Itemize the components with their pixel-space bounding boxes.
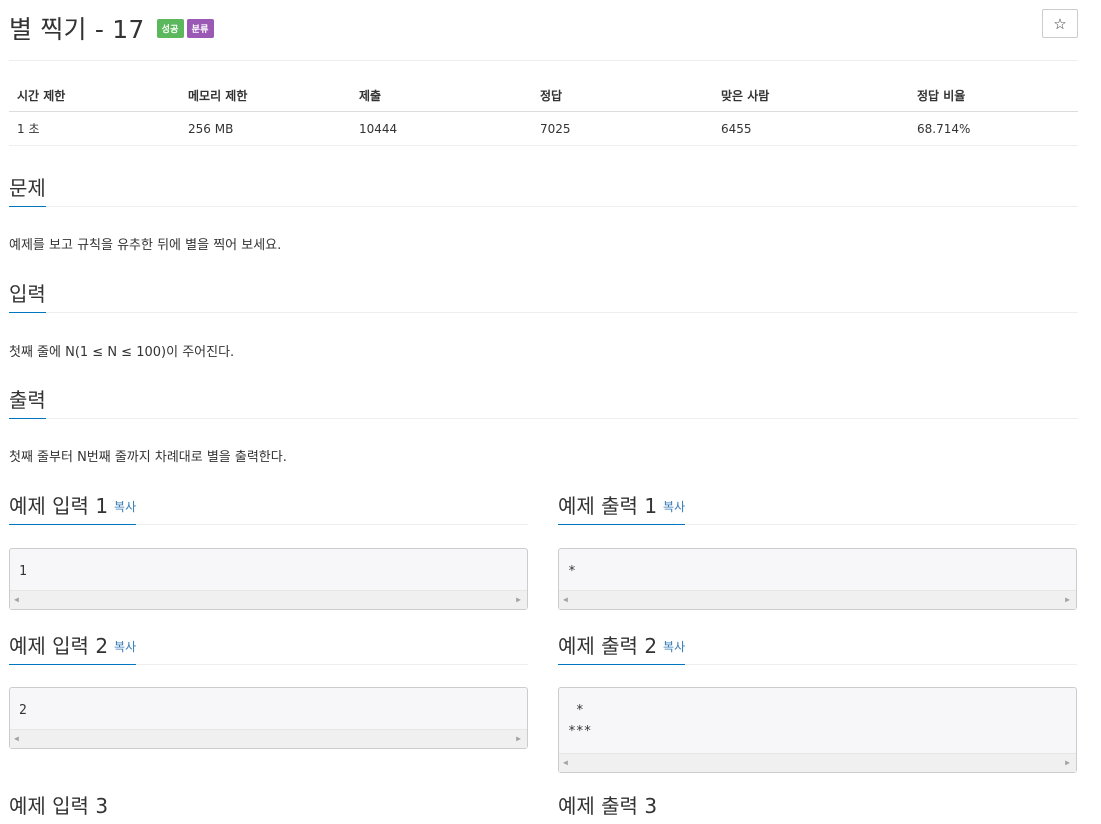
problem-section-header: 문제 — [9, 172, 1078, 207]
sample-input-1-title: 예제 입력 1 복사 — [9, 490, 137, 525]
accepted-value: 7025 — [532, 111, 713, 146]
input-section-title: 입력 — [9, 278, 46, 313]
sample-output-2-title: 예제 출력 2 복사 — [558, 630, 686, 665]
sample-output-1-content: * — [568, 564, 576, 579]
sample-input-1-content: 1 — [19, 564, 27, 579]
sample-input-1-box[interactable]: 1 ◀ ▶ — [9, 548, 528, 610]
sample-input-2-content: 2 — [19, 703, 27, 718]
scroll-left-icon[interactable]: ◀ — [563, 595, 568, 604]
sample-output-2: 예제 출력 2 복사 * *** ◀ ▶ — [558, 630, 1077, 773]
sample-input-2-box[interactable]: 2 ◀ ▶ — [9, 687, 528, 749]
problem-description: 예제를 보고 규칙을 유추한 뒤에 별을 찍어 보세요. — [9, 238, 282, 253]
time-limit-value: 1 초 — [9, 111, 180, 146]
header-time-limit: 시간 제한 — [9, 80, 180, 112]
scroll-left-icon[interactable]: ◀ — [14, 734, 19, 743]
submissions-value: 10444 — [351, 111, 532, 146]
header-solvers: 맞은 사람 — [713, 80, 909, 112]
sample-output-2-content: * *** — [568, 703, 592, 739]
scroll-left-icon[interactable]: ◀ — [14, 595, 19, 604]
sample-output-2-label: 예제 출력 2 — [558, 634, 658, 658]
output-section-title: 출력 — [9, 384, 46, 419]
problem-page: 별 찍기 - 17 성공 분류 ☆ 시간 제한 메모리 제한 제출 정답 맞은 사… — [9, 0, 1078, 818]
category-badge[interactable]: 분류 — [186, 18, 214, 38]
sample-output-1-header: 예제 출력 1 복사 — [558, 490, 1077, 525]
sample-output-2-header: 예제 출력 2 복사 — [558, 630, 1077, 665]
output-section: 출력 첫째 줄부터 N번째 줄까지 차례대로 별을 출력한다. — [9, 384, 1078, 465]
copy-sample-output-2-link[interactable]: 복사 — [663, 640, 685, 654]
scroll-right-icon[interactable]: ▶ — [1065, 758, 1070, 767]
problem-title: 별 찍기 - 17 — [9, 15, 145, 44]
problem-section: 문제 예제를 보고 규칙을 유추한 뒤에 별을 찍어 보세요. — [9, 172, 1078, 253]
star-button[interactable]: ☆ — [1042, 9, 1078, 38]
output-section-header: 출력 — [9, 384, 1078, 419]
copy-sample-input-2-link[interactable]: 복사 — [114, 640, 136, 654]
sample-output-3-title: 예제 출력 3 — [558, 794, 658, 818]
horizontal-scrollbar[interactable]: ◀ ▶ — [10, 729, 527, 748]
sample-output-2-box[interactable]: * *** ◀ ▶ — [558, 687, 1077, 773]
sample-input-1-label: 예제 입력 1 — [9, 494, 109, 518]
header-accepted: 정답 — [532, 80, 713, 112]
star-icon: ☆ — [1053, 14, 1067, 33]
title-row: 별 찍기 - 17 성공 분류 ☆ — [9, 0, 1078, 61]
horizontal-scrollbar[interactable]: ◀ ▶ — [10, 590, 527, 609]
output-description: 첫째 줄부터 N번째 줄까지 차례대로 별을 출력한다. — [9, 450, 287, 465]
ratio-value: 68.714% — [909, 111, 1078, 146]
page-title: 별 찍기 - 17 성공 분류 — [9, 10, 214, 46]
header-ratio: 정답 비율 — [909, 80, 1078, 112]
horizontal-scrollbar[interactable]: ◀ ▶ — [559, 590, 1076, 609]
success-badge[interactable]: 성공 — [156, 18, 184, 38]
table-row: 1 초 256 MB 10444 7025 6455 68.714% — [9, 111, 1078, 146]
sample-output-1-box[interactable]: * ◀ ▶ — [558, 548, 1077, 610]
sample-input-2: 예제 입력 2 복사 2 ◀ ▶ — [9, 630, 528, 749]
scroll-right-icon[interactable]: ▶ — [516, 734, 521, 743]
header-memory-limit: 메모리 제한 — [180, 80, 351, 112]
scroll-right-icon[interactable]: ▶ — [516, 595, 521, 604]
copy-sample-input-1-link[interactable]: 복사 — [114, 500, 136, 514]
header-submissions: 제출 — [351, 80, 532, 112]
scroll-left-icon[interactable]: ◀ — [563, 758, 568, 767]
problem-section-title: 문제 — [9, 172, 46, 207]
sample-output-1-label: 예제 출력 1 — [558, 494, 658, 518]
sample-output-1: 예제 출력 1 복사 * ◀ ▶ — [558, 490, 1077, 610]
scroll-right-icon[interactable]: ▶ — [1065, 595, 1070, 604]
sample-input-2-title: 예제 입력 2 복사 — [9, 630, 137, 665]
problem-info-table: 시간 제한 메모리 제한 제출 정답 맞은 사람 정답 비율 1 초 256 M… — [9, 80, 1078, 146]
input-description: 첫째 줄에 N(1 ≤ N ≤ 100)이 주어진다. — [9, 345, 235, 360]
memory-limit-value: 256 MB — [180, 111, 351, 146]
sample-input-2-label: 예제 입력 2 — [9, 634, 109, 658]
sample-input-3-title: 예제 입력 3 — [9, 794, 109, 818]
sample-input-2-header: 예제 입력 2 복사 — [9, 630, 528, 665]
table-header-row: 시간 제한 메모리 제한 제출 정답 맞은 사람 정답 비율 — [9, 80, 1078, 112]
sample-output-1-title: 예제 출력 1 복사 — [558, 490, 686, 525]
copy-sample-output-1-link[interactable]: 복사 — [663, 500, 685, 514]
horizontal-scrollbar[interactable]: ◀ ▶ — [559, 753, 1076, 772]
input-section: 입력 첫째 줄에 N(1 ≤ N ≤ 100)이 주어진다. — [9, 278, 1078, 360]
solvers-value: 6455 — [713, 111, 909, 146]
input-section-header: 입력 — [9, 278, 1078, 313]
sample-input-1-header: 예제 입력 1 복사 — [9, 490, 528, 525]
sample-input-1: 예제 입력 1 복사 1 ◀ ▶ — [9, 490, 528, 610]
